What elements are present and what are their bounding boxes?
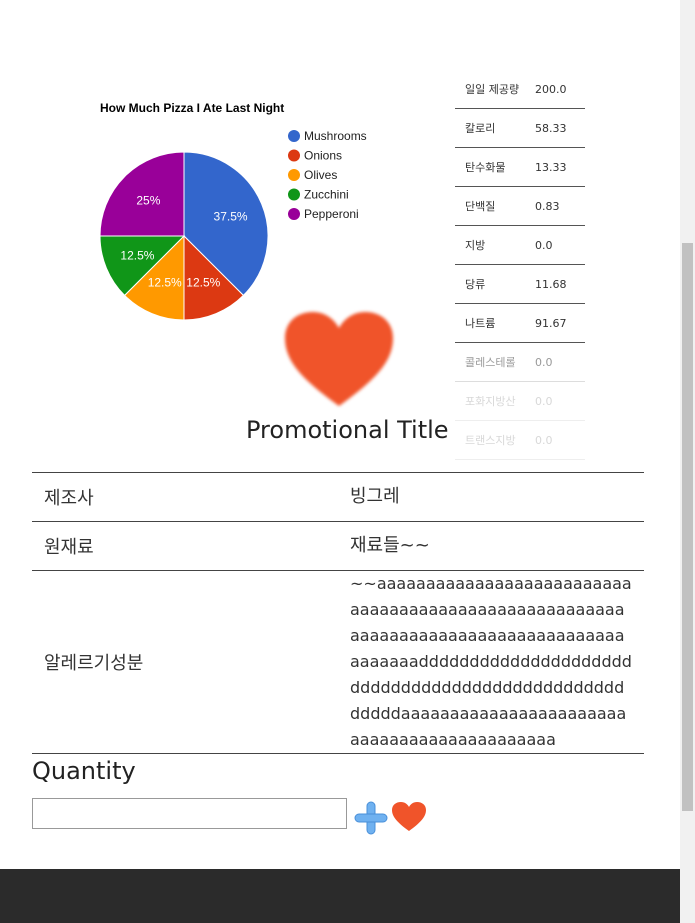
- nutrition-row: 콜레스테롤 0.0: [455, 343, 585, 382]
- info-value: 빙그레: [338, 472, 644, 522]
- nutrition-row: 포화지방산 0.0: [455, 382, 585, 421]
- legend-label: Pepperoni: [304, 207, 359, 221]
- legend-label: Zucchini: [304, 188, 349, 202]
- nutrition-label: 일일 제공량: [465, 83, 520, 96]
- legend-marker: [288, 169, 300, 181]
- nutrition-value: 91.67: [535, 316, 567, 330]
- heart-icon: [285, 312, 393, 406]
- nutrition-value: 13.33: [535, 160, 567, 174]
- nutrition-value: 0.0: [535, 433, 553, 447]
- pie-data-label: 12.5%: [186, 276, 220, 290]
- nutrition-value: 0.0: [535, 394, 553, 408]
- pie-data-label: 25%: [136, 193, 160, 207]
- info-key: 알레르기성분: [32, 570, 338, 754]
- nutrition-label: 지방: [465, 239, 486, 252]
- info-key: 원재료: [32, 521, 338, 571]
- scrollbar-thumb[interactable]: [682, 243, 693, 811]
- info-value: 재료들~~: [338, 521, 644, 571]
- nutrition-label: 탄수화물: [465, 161, 506, 174]
- pie-data-label: 12.5%: [148, 276, 182, 290]
- legend-marker: [288, 149, 300, 162]
- table-row: 알레르기성분 ~~aaaaaaaaaaaaaaaaaaaaaaaaaaaaaaa…: [32, 570, 644, 754]
- nutrition-value: 200.0: [535, 82, 567, 96]
- nutrition-row: 일일 제공량 200.0: [455, 70, 585, 109]
- nutrition-label: 트랜스지방: [465, 434, 516, 447]
- table-row: 원재료 재료들~~: [32, 521, 644, 571]
- nutrition-row: 당류 11.68: [455, 265, 585, 304]
- nutrition-label: 콜레스테롤: [465, 356, 516, 369]
- legend-marker: [288, 188, 300, 201]
- nutrition-table: 일일 제공량 200.0 칼로리 58.33 탄수화물 13.33 단백질 0.83 지방 0.0…: [455, 70, 585, 460]
- legend-label: Onions: [304, 149, 342, 163]
- nutrition-value: 11.68: [535, 277, 567, 291]
- nutrition-row: 단백질 0.83: [455, 187, 585, 226]
- nutrition-label: 나트륨: [465, 317, 496, 330]
- pie-data-label: 37.5%: [214, 210, 248, 224]
- nutrition-row: 트랜스지방 0.0: [455, 421, 585, 460]
- plus-icon[interactable]: [353, 800, 389, 836]
- nutrition-row: 지방 0.0: [455, 226, 585, 265]
- footer: [0, 869, 680, 923]
- legend-marker: [288, 208, 300, 220]
- chart-title: How Much Pizza I Ate Last Night: [100, 101, 284, 115]
- info-key: 제조사: [32, 472, 338, 522]
- nutrition-label: 포화지방산: [465, 395, 516, 408]
- heart-icon[interactable]: [391, 801, 427, 833]
- nutrition-label: 칼로리: [465, 122, 496, 135]
- nutrition-value: 0.83: [535, 199, 560, 213]
- info-value: ~~aaaaaaaaaaaaaaaaaaaaaaaaaaaaaaaaaaaaaa…: [338, 570, 644, 754]
- legend-label: Mushrooms: [304, 129, 367, 143]
- nutrition-row: 나트륨 91.67: [455, 304, 585, 343]
- legend-label: Olives: [304, 168, 337, 182]
- nutrition-value: 58.33: [535, 121, 567, 135]
- nutrition-row: 탄수화물 13.33: [455, 148, 585, 187]
- legend-marker: [288, 130, 300, 142]
- nutrition-value: 0.0: [535, 355, 553, 369]
- pie-chart: How Much Pizza I Ate Last Night 37.5% 12.…: [85, 88, 445, 328]
- quantity-label: Quantity: [32, 757, 136, 785]
- table-row: 제조사 빙그레: [32, 472, 644, 522]
- promo-title: Promotional Title: [246, 416, 449, 444]
- quantity-input[interactable]: [32, 798, 347, 829]
- product-info-table: 제조사 빙그레 원재료 재료들~~ 알레르기성분 ~~aaaaaaaaaaaaa…: [32, 472, 644, 754]
- pie-data-label: 12.5%: [120, 248, 154, 262]
- nutrition-label: 단백질: [465, 200, 496, 213]
- page-scrollbar[interactable]: [680, 0, 695, 923]
- nutrition-label: 당류: [465, 278, 486, 291]
- nutrition-value: 0.0: [535, 238, 553, 252]
- nutrition-row: 칼로리 58.33: [455, 109, 585, 148]
